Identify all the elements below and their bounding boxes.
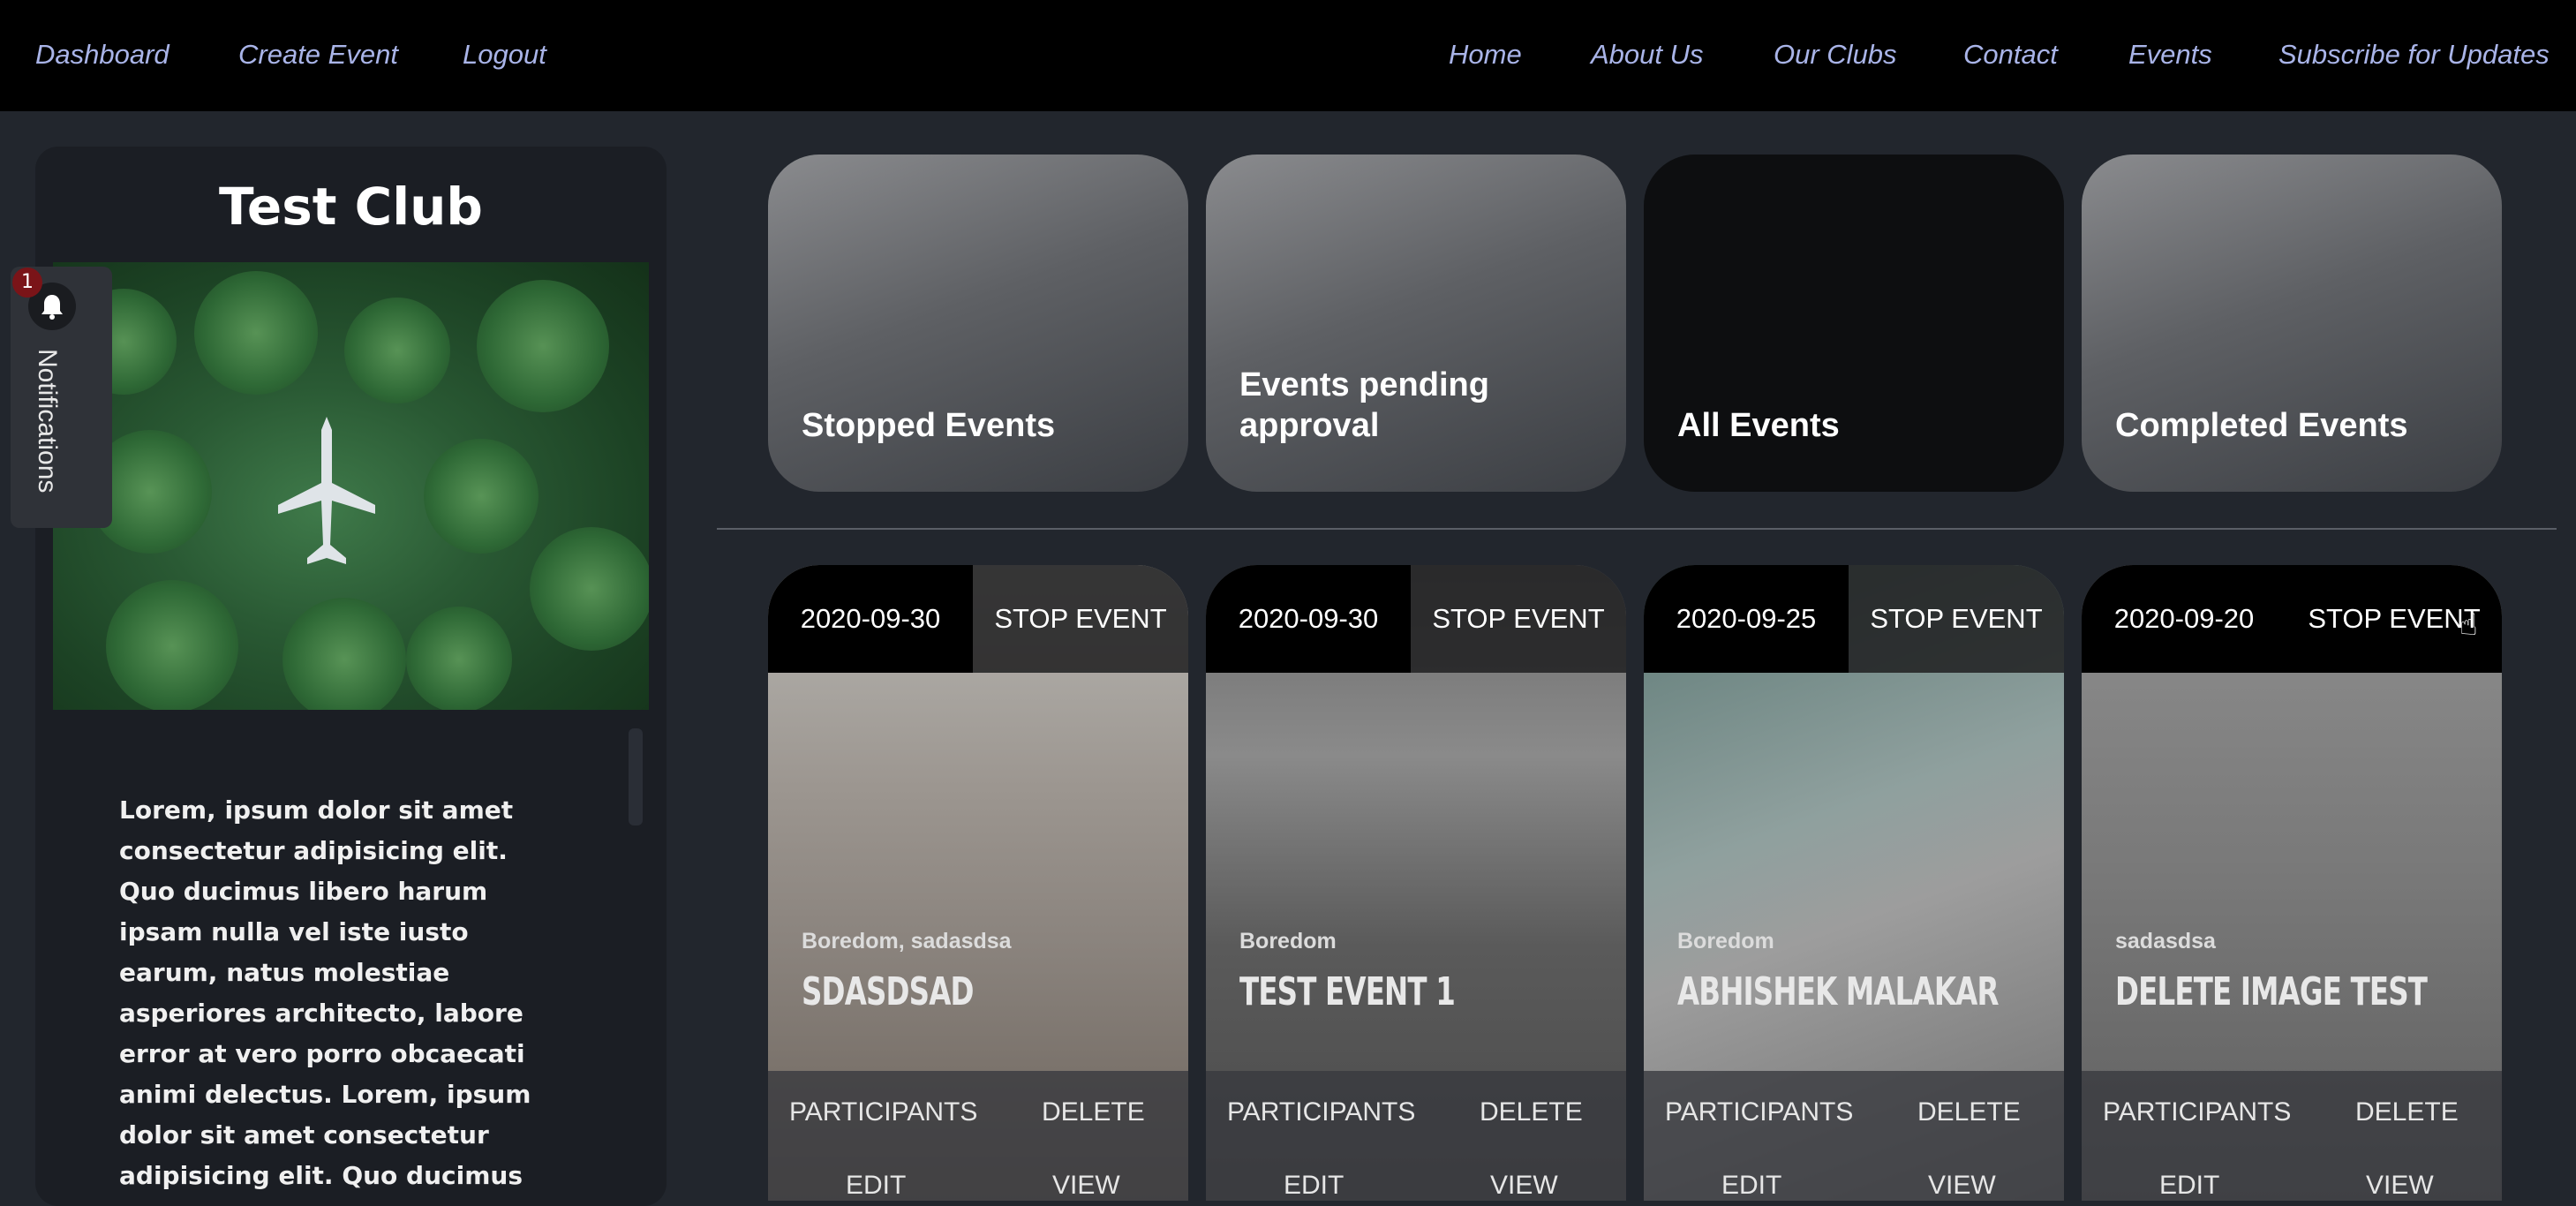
notifications-label: Notifications: [33, 349, 62, 494]
participants-button[interactable]: PARTICIPANTS: [1227, 1097, 1415, 1127]
view-button[interactable]: VIEW: [2366, 1171, 2434, 1201]
filter-stopped-events[interactable]: Stopped Events: [768, 155, 1188, 492]
event-title: TEST EVENT 1: [1239, 969, 1456, 1014]
edit-button[interactable]: EDIT: [1284, 1171, 1344, 1201]
nav-events[interactable]: Events: [2128, 39, 2212, 71]
notification-count-badge: 1: [12, 268, 42, 298]
top-navbar: Dashboard Create Event Logout Home About…: [0, 0, 2576, 111]
participants-button[interactable]: PARTICIPANTS: [789, 1097, 977, 1127]
event-title: SDASDSAD: [802, 969, 975, 1014]
stop-event-button[interactable]: STOP EVENT: [1411, 565, 1626, 673]
participants-button[interactable]: PARTICIPANTS: [2103, 1097, 2291, 1127]
filter-label: All Events: [1677, 407, 1840, 444]
pointer-cursor-icon: ☝: [2459, 607, 2478, 643]
club-description: Lorem, ipsum dolor sit amet consectetur …: [119, 795, 531, 1190]
filter-pending-approval[interactable]: Events pending approval: [1206, 155, 1626, 492]
nav-create-event[interactable]: Create Event: [238, 39, 398, 71]
edit-button[interactable]: EDIT: [1721, 1171, 1781, 1201]
event-date: 2020-09-25: [1644, 565, 1849, 673]
sidebar-scrollbar[interactable]: [629, 728, 643, 825]
club-name: Test Club: [219, 177, 483, 237]
delete-button[interactable]: DELETE: [2355, 1097, 2459, 1127]
event-date: 2020-09-30: [768, 565, 973, 673]
event-card: 2020-09-20 STOP EVENT sadasdsa DELETE IM…: [2082, 565, 2502, 1201]
stop-event-button[interactable]: STOP EVENT: [1849, 565, 2064, 673]
club-image: [53, 262, 649, 710]
event-tags: Boredom: [1677, 929, 1774, 953]
edit-button[interactable]: EDIT: [846, 1171, 906, 1201]
event-card: 2020-09-30 STOP EVENT Boredom, sadasdsa …: [768, 565, 1188, 1201]
stop-event-button[interactable]: STOP EVENT: [973, 565, 1188, 673]
view-button[interactable]: VIEW: [1928, 1171, 1996, 1201]
filter-label: Events pending approval: [1239, 366, 1489, 444]
view-button[interactable]: VIEW: [1490, 1171, 1558, 1201]
section-divider: [717, 528, 2557, 530]
view-button[interactable]: VIEW: [1052, 1171, 1120, 1201]
nav-about-us[interactable]: About Us: [1591, 39, 1704, 71]
filter-label: Completed Events: [2115, 407, 2408, 444]
edit-button[interactable]: EDIT: [2159, 1171, 2219, 1201]
event-tags: sadasdsa: [2115, 929, 2216, 953]
delete-button[interactable]: DELETE: [1042, 1097, 1145, 1127]
nav-contact[interactable]: Contact: [1963, 39, 2058, 71]
event-tags: Boredom: [1239, 929, 1337, 953]
nav-logout[interactable]: Logout: [463, 39, 546, 71]
event-title: DELETE IMAGE TEST: [2115, 969, 2428, 1014]
nav-our-clubs[interactable]: Our Clubs: [1774, 39, 1897, 71]
filter-completed-events[interactable]: Completed Events: [2082, 155, 2502, 492]
delete-button[interactable]: DELETE: [1917, 1097, 2021, 1127]
nav-subscribe[interactable]: Subscribe for Updates: [2278, 39, 2550, 71]
airplane-icon: [278, 417, 375, 564]
nav-dashboard[interactable]: Dashboard: [35, 39, 169, 71]
event-date: 2020-09-30: [1206, 565, 1411, 673]
event-card: 2020-09-30 STOP EVENT Boredom TEST EVENT…: [1206, 565, 1626, 1201]
nav-home[interactable]: Home: [1449, 39, 1522, 71]
event-date: 2020-09-20: [2082, 565, 2286, 673]
filter-label: Stopped Events: [802, 407, 1056, 444]
delete-button[interactable]: DELETE: [1480, 1097, 1583, 1127]
event-title: ABHISHEK MALAKAR: [1677, 969, 1999, 1014]
event-card: 2020-09-25 STOP EVENT Boredom ABHISHEK M…: [1644, 565, 2064, 1201]
participants-button[interactable]: PARTICIPANTS: [1665, 1097, 1853, 1127]
filter-all-events[interactable]: All Events: [1644, 155, 2064, 492]
event-tags: Boredom, sadasdsa: [802, 929, 1012, 953]
